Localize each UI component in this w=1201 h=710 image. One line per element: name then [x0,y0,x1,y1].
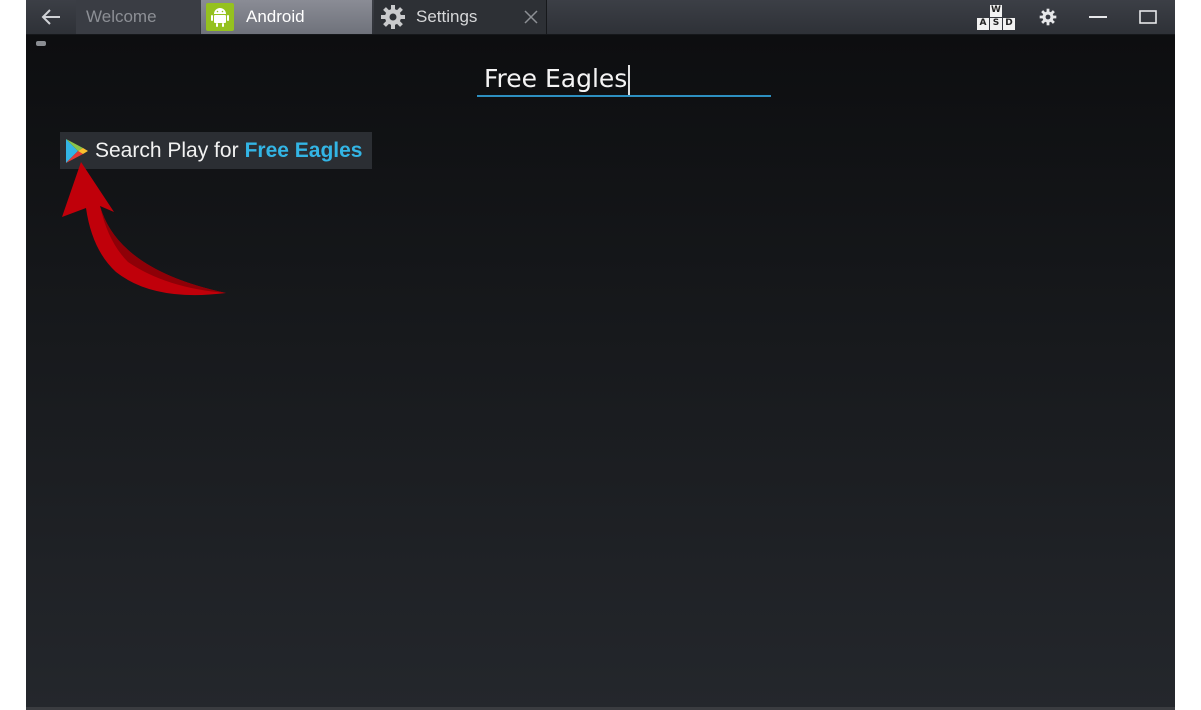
settings-button[interactable] [1034,0,1062,34]
gear-icon [380,4,406,30]
gear-icon [1039,8,1057,26]
close-icon [524,10,538,24]
android-screen: Free Eagles Search Play for Free Eagles [26,35,1175,710]
tab-android[interactable]: Android [201,0,372,34]
app-window: Welcome Android Settings W A S D Free Ea… [26,0,1175,710]
maximize-icon [1139,10,1157,24]
key-a: A [977,17,989,30]
back-arrow-icon [41,9,60,25]
back-button[interactable] [26,0,76,34]
tab-android-label: Android [246,7,305,26]
suggestion-prefix: Search Play for [95,138,239,162]
tab-settings[interactable]: Settings [374,0,547,34]
key-d: D [1003,17,1015,30]
close-tab-button[interactable] [522,8,540,26]
keyboard-mapping-button[interactable]: W A S D [974,0,1018,34]
maximize-button[interactable] [1134,0,1162,34]
text-cursor [628,65,631,95]
suggestion-query: Free Eagles [244,138,363,162]
search-input-value: Free Eagles [484,64,628,93]
title-bar: Welcome Android Settings W A S D [26,0,1175,35]
key-s: S [990,17,1002,30]
minimize-icon [1089,16,1107,18]
notification-icon [36,41,46,46]
android-icon [206,3,234,31]
tab-settings-label: Settings [416,7,478,26]
search-input[interactable]: Free Eagles [477,63,771,97]
tab-welcome-label: Welcome [86,7,157,26]
tab-welcome[interactable]: Welcome [76,0,200,34]
key-w: W [990,4,1002,17]
red-arrow-annotation [62,162,226,296]
minimize-button[interactable] [1084,0,1112,34]
